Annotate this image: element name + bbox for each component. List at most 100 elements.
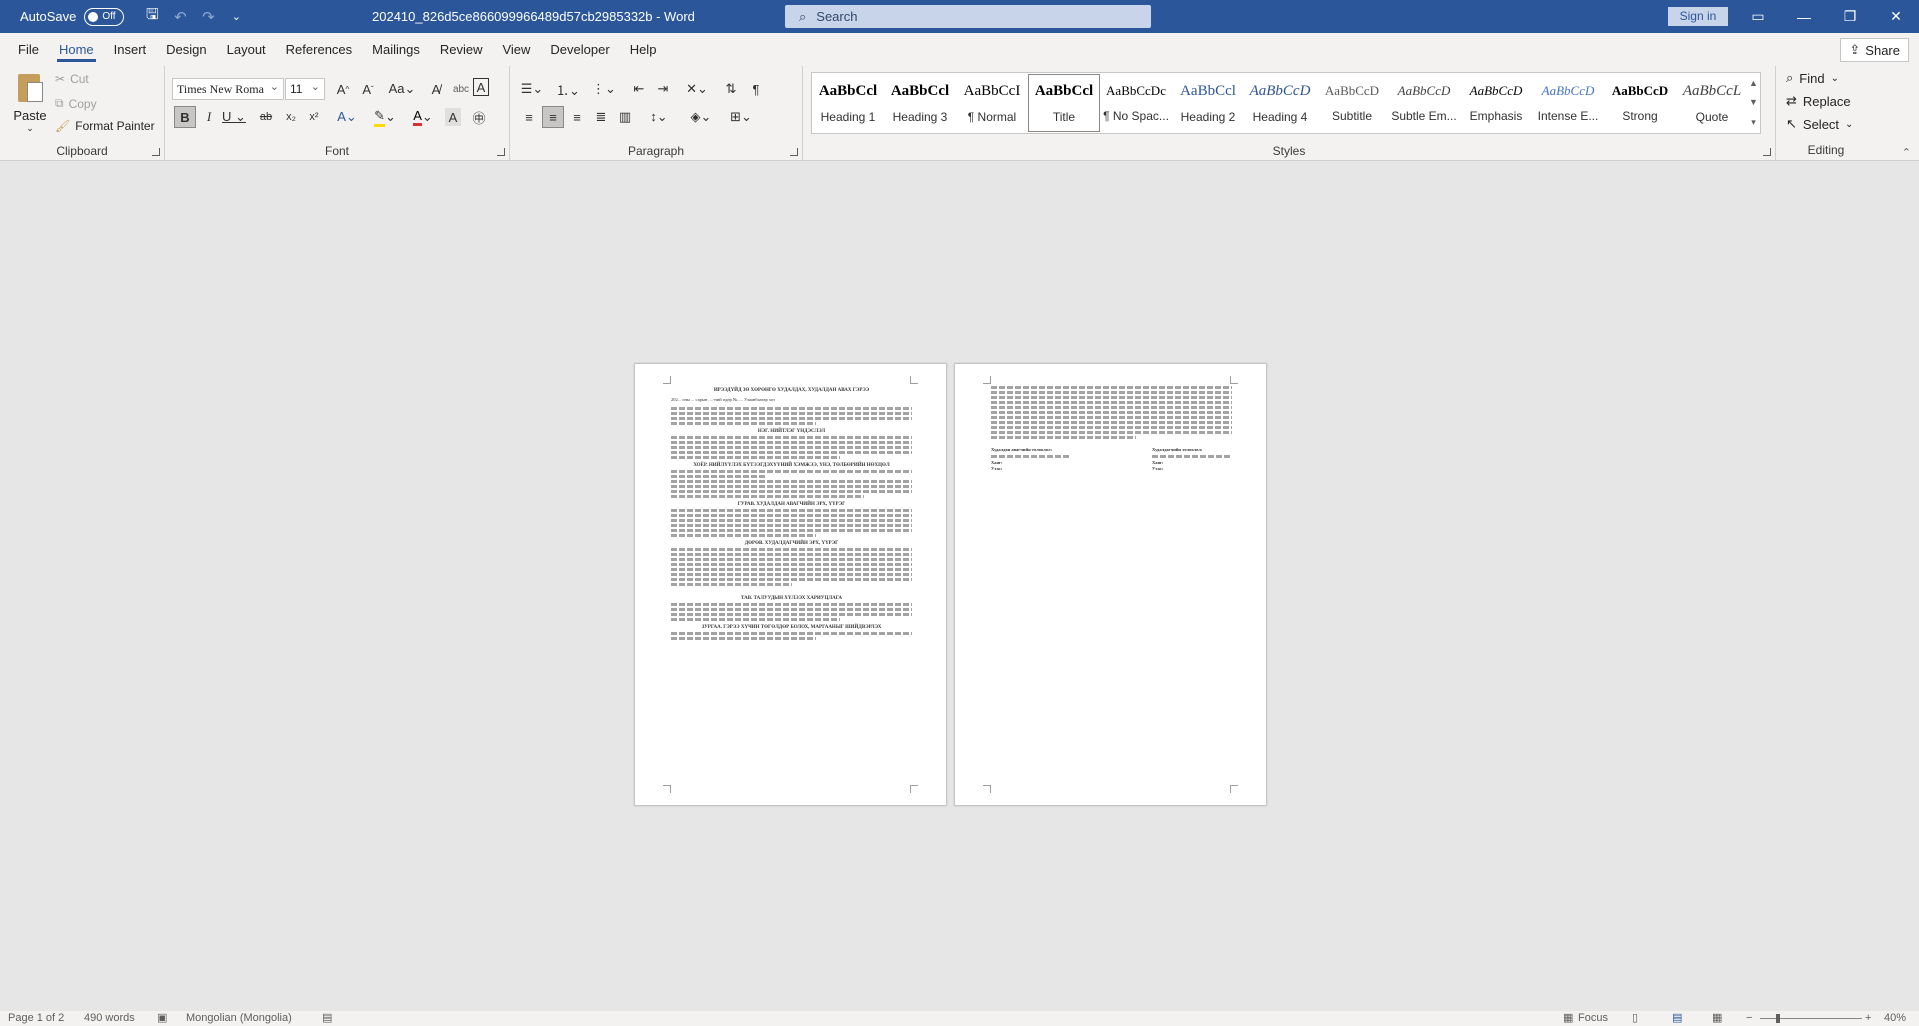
chevron-up-icon[interactable]: ▲ (1749, 78, 1758, 88)
style-heading-3[interactable]: AaBbCcl Heading 3 (884, 73, 956, 133)
shading-icon[interactable]: ◈⌄ (686, 106, 716, 128)
align-left-icon[interactable]: ≡ (518, 106, 540, 128)
page-2[interactable]: Худалдан авагчийн төлөөлөл: Хаяг: Утас: … (954, 363, 1267, 806)
style-normal[interactable]: AaBbCcI ¶ Normal (956, 73, 1028, 133)
phonetic-guide-icon[interactable]: abc (450, 78, 472, 100)
find-button[interactable]: ⌕ Find ⌄ (1786, 70, 1839, 86)
bullets-icon[interactable]: ☰⌄ (518, 78, 546, 100)
chevron-down-icon[interactable]: ▼ (1749, 97, 1758, 107)
print-layout-icon[interactable]: ▤ (1672, 1011, 1682, 1026)
minimize-icon[interactable]: — (1781, 0, 1827, 33)
text-effects-icon[interactable]: A⌄ (333, 106, 361, 128)
style-intense-emphasis[interactable]: AaBbCcD Intense E... (1532, 73, 1604, 133)
enclose-characters-icon[interactable]: ㊥ (468, 106, 490, 128)
distributed-icon[interactable]: ▥ (614, 106, 636, 128)
zoom-slider-handle[interactable] (1776, 1014, 1780, 1023)
align-right-icon[interactable]: ≡ (566, 106, 588, 128)
sign-in-button[interactable]: Sign in (1668, 7, 1728, 26)
style-emphasis[interactable]: AaBbCcD Emphasis (1460, 73, 1532, 133)
grow-font-icon[interactable]: A ^ (332, 78, 354, 100)
asian-layout-icon[interactable]: ✕⌄ (682, 78, 712, 100)
font-launcher-icon[interactable] (497, 148, 505, 156)
save-icon[interactable]: 🖫 (138, 0, 166, 33)
style-strong[interactable]: AaBbCcD Strong (1604, 73, 1676, 133)
style-heading-4[interactable]: AaBbCcD Heading 4 (1244, 73, 1316, 133)
redo-icon[interactable]: ↷ (194, 0, 222, 33)
style-subtle-emphasis[interactable]: AaBbCcD Subtle Em... (1388, 73, 1460, 133)
styles-gallery-scroll[interactable]: ▲ ▼ ▾ (1747, 72, 1761, 134)
tab-home[interactable]: Home (49, 33, 104, 66)
close-icon[interactable]: ✕ (1873, 0, 1919, 33)
style-heading-2[interactable]: AaBbCcl Heading 2 (1172, 73, 1244, 133)
style-no-spacing[interactable]: AaBbCcDc ¶ No Spac... (1100, 73, 1172, 133)
page-count[interactable]: Page 1 of 2 (8, 1011, 64, 1026)
tab-references[interactable]: References (276, 33, 362, 66)
web-layout-icon[interactable]: ▦ (1712, 1011, 1722, 1026)
tab-help[interactable]: Help (620, 33, 667, 66)
zoom-level[interactable]: 40% (1884, 1011, 1906, 1026)
paragraph-launcher-icon[interactable] (790, 148, 798, 156)
word-count[interactable]: 490 words (84, 1011, 135, 1026)
change-case-icon[interactable]: Aa⌄ (387, 78, 417, 100)
font-color-icon[interactable]: A ⌄ (408, 106, 438, 128)
character-border-icon[interactable]: A (473, 78, 489, 96)
focus-icon[interactable]: ▦ (1563, 1011, 1573, 1026)
format-painter-button[interactable]: 🖌 Format Painter (55, 119, 155, 133)
sort-icon[interactable]: ⇅ (720, 78, 742, 100)
style-heading-1[interactable]: AaBbCcl Heading 1 (812, 73, 884, 133)
bold-icon[interactable]: B (174, 106, 196, 128)
italic-icon[interactable]: I (198, 106, 220, 128)
align-center-icon[interactable]: ≡ (542, 106, 564, 128)
select-button[interactable]: ↖ Select ⌄ (1786, 116, 1853, 132)
copy-button[interactable]: ⧉ Copy (55, 96, 97, 111)
cut-button[interactable]: ✂ Cut (55, 72, 89, 86)
justify-icon[interactable]: ≣ (590, 106, 612, 128)
tab-review[interactable]: Review (430, 33, 493, 66)
font-name-box[interactable]: Times New Roma (172, 77, 284, 100)
shrink-font-icon[interactable]: Aˇ (357, 78, 379, 100)
language[interactable]: Mongolian (Mongolia) (186, 1011, 292, 1026)
paste-button[interactable]: Paste ⌄ (10, 70, 50, 134)
search-box[interactable]: ⌕ (785, 5, 1151, 28)
tab-design[interactable]: Design (156, 33, 216, 66)
replace-button[interactable]: ⇄ Replace (1786, 93, 1851, 109)
borders-icon[interactable]: ⊞⌄ (726, 106, 756, 128)
collapse-ribbon-icon[interactable]: ⌃ (1902, 146, 1911, 159)
style-title[interactable]: AaBbCcl Title (1028, 74, 1100, 132)
proofing-icon[interactable]: ▣ (157, 1011, 167, 1026)
font-size-box[interactable]: 11 (285, 77, 325, 100)
show-formatting-marks-icon[interactable]: ¶ (745, 78, 767, 100)
tab-insert[interactable]: Insert (104, 33, 157, 66)
share-button[interactable]: ⇪ Share (1840, 38, 1909, 62)
line-spacing-icon[interactable]: ↕⌄ (644, 106, 674, 128)
zoom-in-icon[interactable]: + (1865, 1011, 1871, 1026)
read-mode-icon[interactable]: ▯ (1632, 1011, 1638, 1026)
accessibility-icon[interactable]: ▤ (322, 1011, 332, 1026)
tab-view[interactable]: View (492, 33, 540, 66)
zoom-out-icon[interactable]: − (1746, 1011, 1752, 1026)
style-subtitle[interactable]: AaBbCcD Subtitle (1316, 73, 1388, 133)
underline-icon[interactable]: U ⌄ (220, 106, 248, 128)
subscript-icon[interactable]: x₂ (280, 106, 302, 128)
customize-quick-access-icon[interactable]: ⌄ (222, 0, 250, 33)
tab-layout[interactable]: Layout (217, 33, 276, 66)
focus-mode-button[interactable]: Focus (1578, 1011, 1608, 1026)
ribbon-display-options-icon[interactable]: ▭ (1735, 0, 1781, 33)
style-quote[interactable]: AaBbCcL Quote (1676, 73, 1748, 133)
highlight-color-icon[interactable]: ✎ ⌄ (370, 106, 400, 128)
autosave-toggle[interactable]: Off (84, 7, 125, 26)
decrease-indent-icon[interactable]: ⇤ (628, 78, 650, 100)
numbering-icon[interactable]: ⒈⌄ (554, 78, 582, 100)
tab-mailings[interactable]: Mailings (362, 33, 430, 66)
document-canvas[interactable]: ИРЭЭДҮЙД ЗӨ ХӨРӨНГӨ ХУДАЛДАХ, ХУДАЛДАН А… (0, 161, 1919, 1011)
tab-developer[interactable]: Developer (540, 33, 619, 66)
clear-formatting-icon[interactable]: A̸ (425, 78, 447, 100)
increase-indent-icon[interactable]: ⇥ (652, 78, 674, 100)
more-styles-icon[interactable]: ▾ (1751, 117, 1756, 128)
superscript-icon[interactable]: x² (303, 106, 325, 128)
strikethrough-icon[interactable]: ab (255, 106, 277, 128)
undo-icon[interactable]: ↶ (166, 0, 194, 33)
character-shading-icon[interactable]: A (445, 108, 461, 126)
clipboard-launcher-icon[interactable] (152, 148, 160, 156)
search-input[interactable] (816, 9, 1117, 24)
